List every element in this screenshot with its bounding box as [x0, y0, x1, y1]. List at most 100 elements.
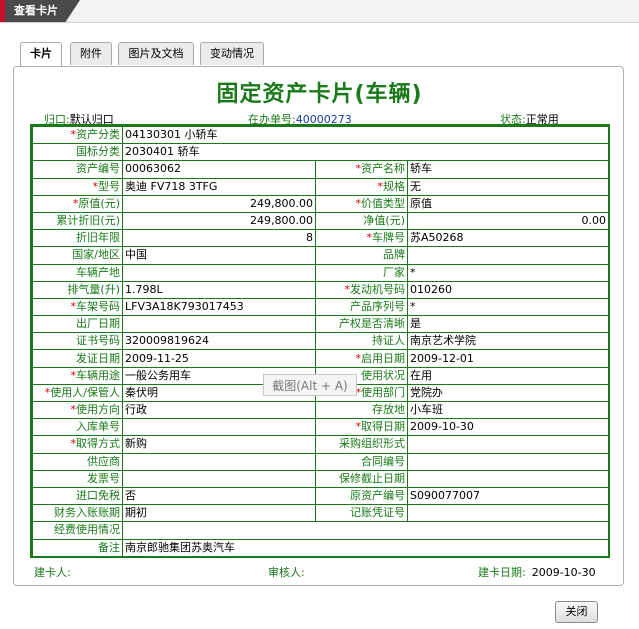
field-label-text: 车辆产地	[76, 265, 120, 279]
table-row: 入库单号 *取得日期 2009-10-30	[32, 418, 609, 437]
table-row: 发票号 保修截止日期	[32, 469, 609, 488]
tab-changes[interactable]: 变动情况	[200, 42, 264, 65]
field-label-text: 使用方向	[76, 403, 120, 417]
field-label: 证书号码	[32, 332, 123, 351]
field-label-text: 资产分类	[76, 128, 120, 142]
field-label: 品牌	[315, 246, 408, 265]
table-row: *车架号码 LFV3A18K793017453 产品序列号 *	[32, 297, 609, 317]
field-value: 00063062	[122, 160, 316, 179]
field-label-text: 厂家	[383, 265, 405, 279]
field-label: 持证人	[315, 332, 408, 351]
field-label-text: 财务入账账期	[54, 506, 120, 520]
tab-card[interactable]: 卡片	[20, 42, 62, 67]
field-label-text: 入库单号	[76, 420, 120, 434]
field-label-text: 原资产编号	[350, 489, 405, 503]
tab-attachments[interactable]: 附件	[70, 42, 112, 65]
field-value: 中国	[122, 246, 316, 265]
close-button[interactable]: 关闭	[555, 601, 598, 623]
field-value: 249,800.00	[122, 194, 316, 213]
field-label: *使用人/保管人	[32, 383, 123, 403]
table-row: 经费使用情况	[32, 521, 609, 540]
field-label: 累计折旧(元)	[32, 211, 123, 231]
creator-label: 建卡人:	[34, 566, 71, 579]
field-label: *规格	[315, 177, 408, 196]
field-value: 2009-10-30	[407, 418, 609, 437]
field-label: 财务入账账期	[32, 504, 123, 523]
field-label: 国家/地区	[32, 246, 123, 265]
field-label-text: 车牌号	[372, 231, 405, 245]
tab-images-docs[interactable]: 图片及文档	[118, 42, 194, 65]
field-value: S090077007	[407, 486, 609, 506]
table-row: 备注 南京郎驰集团苏奥汽车	[32, 538, 609, 557]
field-value	[122, 263, 316, 282]
field-value	[407, 452, 609, 471]
field-label: 存放地	[315, 400, 408, 420]
field-label: 产权是否清晰	[315, 315, 408, 334]
field-label-text: 产品序列号	[350, 299, 405, 313]
field-label: 进口免税	[32, 486, 123, 506]
field-label: *车辆用途	[32, 366, 123, 385]
field-value: 否	[122, 486, 316, 506]
field-label: 原资产编号	[315, 486, 408, 506]
field-label-text: 记账凭证号	[350, 506, 405, 520]
table-row: *资产分类 04130301 小轿车	[32, 125, 609, 145]
field-label-text: 合同编号	[361, 454, 405, 468]
table-row: 资产编号 00063062 *资产名称 轿车	[32, 160, 609, 179]
table-row: 国家/地区 中国 品牌	[32, 246, 609, 265]
field-label: *车架号码	[32, 297, 123, 317]
field-value: 原值	[407, 194, 609, 213]
field-value: 2009-11-25	[122, 349, 316, 368]
field-label-text: 车辆用途	[76, 368, 120, 382]
field-label-text: 启用日期	[361, 351, 405, 365]
table-row: *型号 奥迪 FV718 3TFG *规格无	[32, 177, 609, 196]
field-label: 备注	[32, 538, 123, 557]
field-label: 入库单号	[32, 418, 123, 437]
field-label-text: 持证人	[372, 334, 405, 348]
field-label: *取得方式	[32, 435, 123, 454]
field-value: 无	[407, 177, 609, 196]
field-value: 010260	[407, 280, 609, 299]
field-label: 发票号	[32, 469, 123, 488]
field-label-text: 原值(元)	[78, 196, 120, 210]
create-date-value: 2009-10-30	[531, 566, 596, 579]
field-label-text: 价值类型	[361, 196, 405, 210]
field-label: 折旧年限	[32, 229, 123, 248]
table-row: 车辆产地 厂家 *	[32, 263, 609, 282]
field-label: 车辆产地	[32, 263, 123, 282]
field-label-text: 存放地	[372, 403, 405, 417]
field-label: 采购组织形式	[315, 435, 408, 454]
top-header: 查看卡片	[0, 0, 639, 23]
field-value	[407, 246, 609, 265]
field-label-text: 出厂日期	[76, 317, 120, 331]
field-label-text: 证书号码	[76, 334, 120, 348]
field-value: 党院办	[407, 383, 609, 403]
field-label-text: 产权是否清晰	[339, 317, 405, 331]
field-label: *资产分类	[32, 125, 123, 145]
field-value: 1.798L	[122, 280, 316, 299]
reviewer-label: 审核人:	[268, 566, 305, 579]
table-row: 出厂日期 产权是否清晰是	[32, 315, 609, 334]
field-label: *型号	[32, 177, 123, 196]
field-label-text: 采购组织形式	[339, 437, 405, 451]
field-label-text: 净值(元)	[363, 214, 405, 228]
field-value: 8	[122, 229, 316, 248]
field-value	[122, 469, 316, 488]
field-label-text: 取得日期	[361, 420, 405, 434]
field-label-text: 折旧年限	[76, 231, 120, 245]
field-value: 是	[407, 315, 609, 334]
field-value: 轿车	[407, 160, 609, 179]
field-label-text: 车架号码	[76, 299, 120, 313]
creator-info: 建卡人:	[34, 564, 71, 580]
field-label: 厂家	[315, 263, 408, 282]
field-label-text: 使用部门	[361, 385, 405, 399]
asset-card-table: *资产分类 04130301 小轿车 国标分类 2030401 轿车 资产编号 00063…	[32, 125, 609, 557]
field-value: 320009819624	[122, 332, 316, 351]
field-label-text: 资产名称	[361, 162, 405, 176]
field-label: *发动机号码	[315, 280, 408, 299]
table-row: 财务入账账期 期初 记账凭证号	[32, 504, 609, 523]
create-date-label: 建卡日期:	[478, 566, 526, 579]
table-row: 供应商 合同编号	[32, 452, 609, 471]
field-label-text: 发票号	[87, 471, 120, 485]
field-label: 产品序列号	[315, 297, 408, 317]
field-label-text: 备注	[98, 540, 120, 554]
